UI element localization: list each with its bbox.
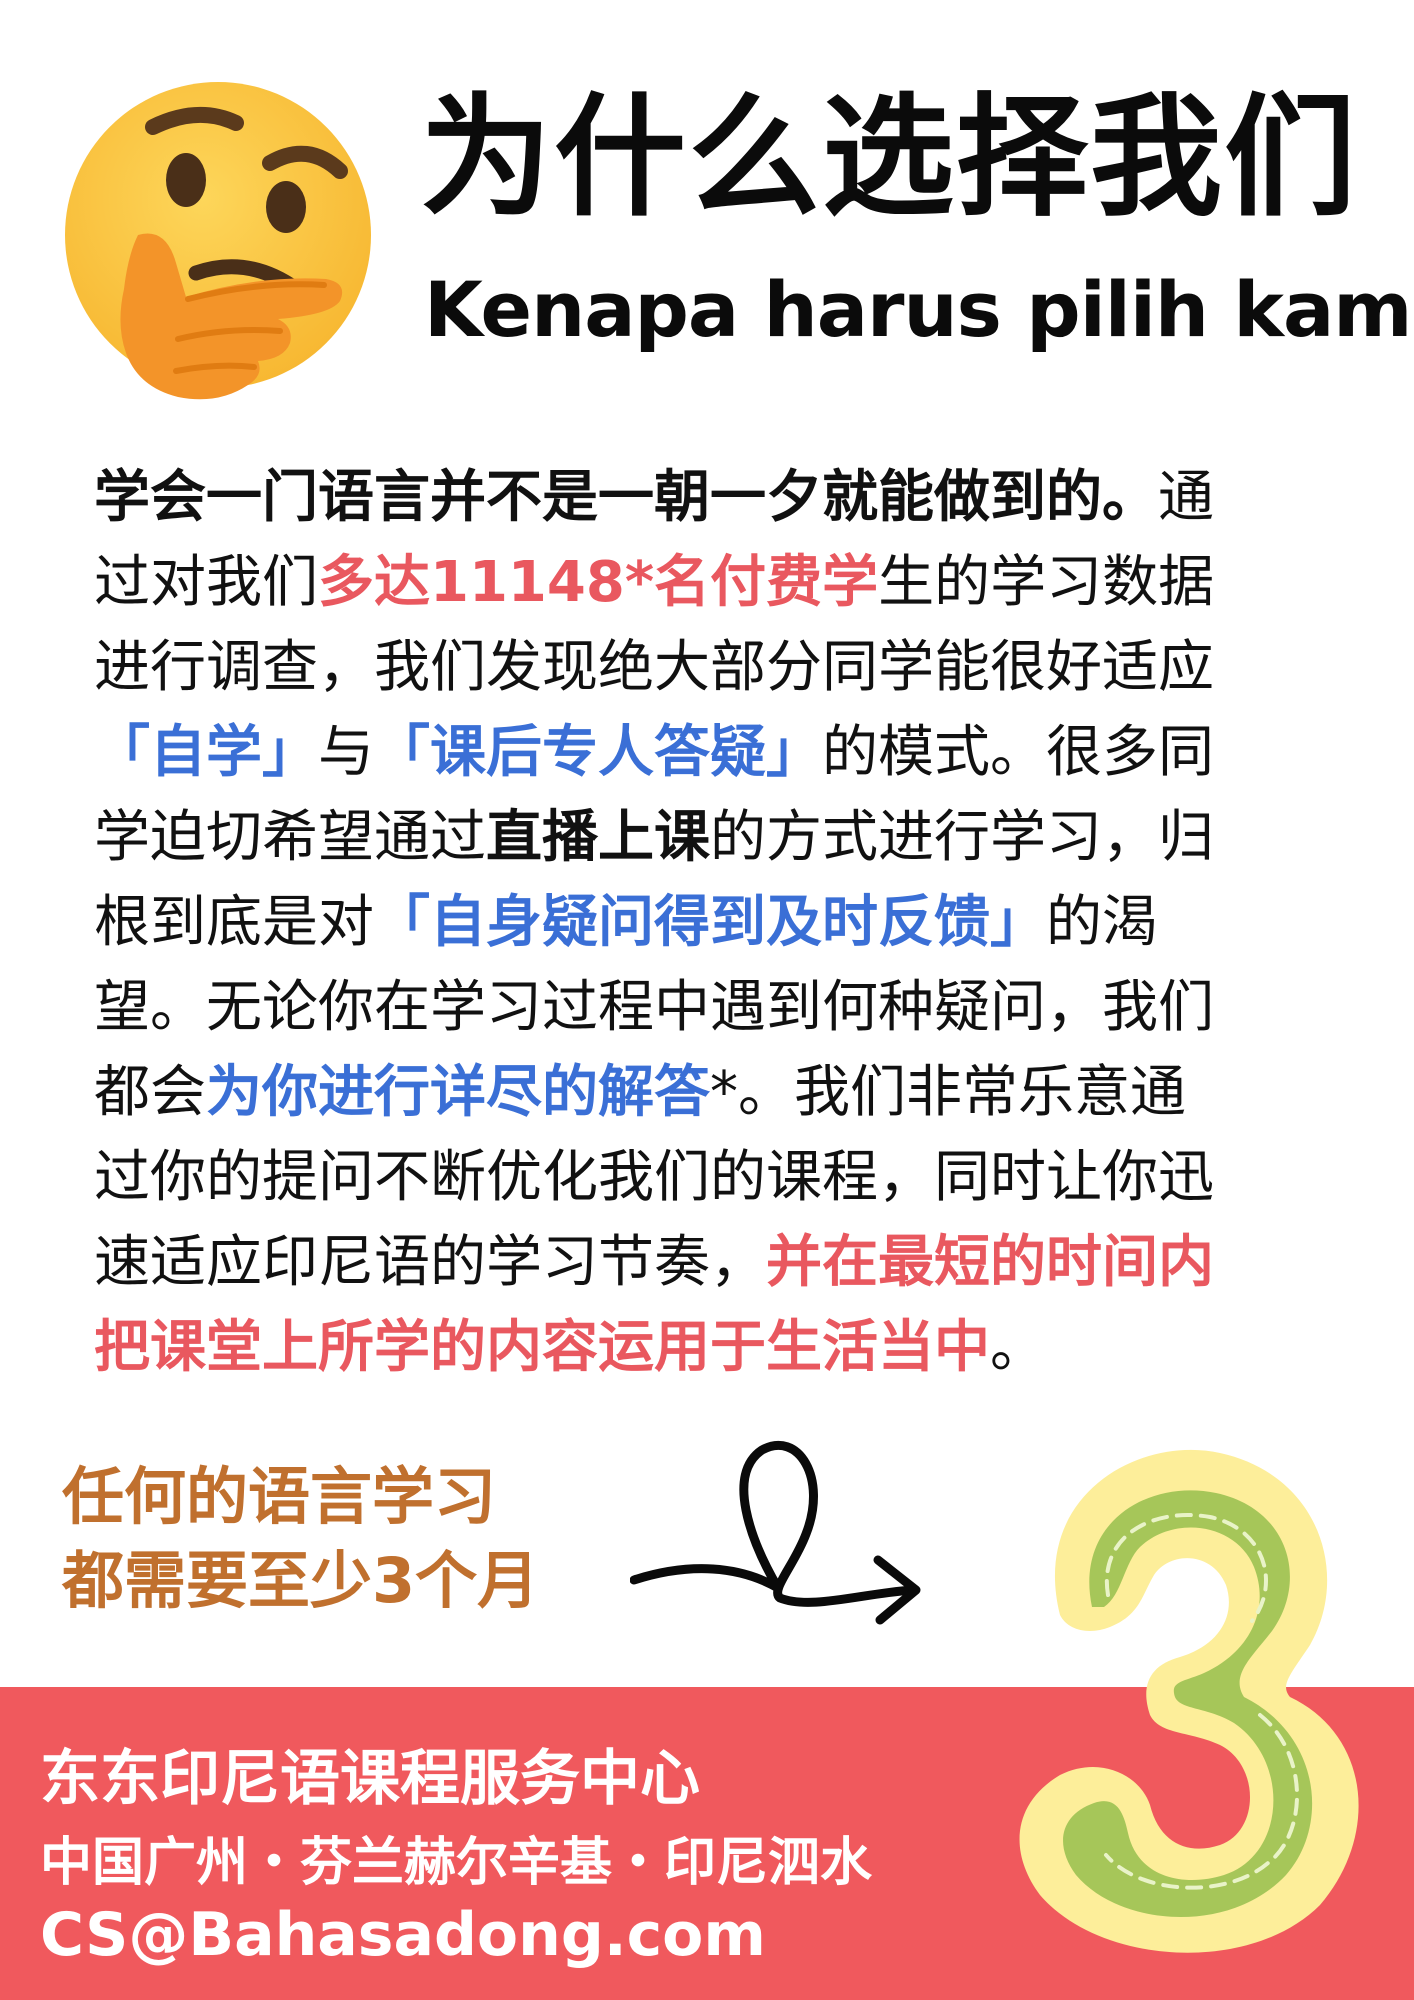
body-line: 都会为你进行详尽的解答*。我们非常乐意通 [94, 1050, 1344, 1135]
body-line: 根到底是对「自身疑问得到及时反馈」的渴 [94, 880, 1344, 965]
felt-number-3-icon [1019, 1449, 1359, 1953]
body-line: 学会一门语言并不是一朝一夕就能做到的。通 [94, 455, 1344, 540]
body-paragraph: 学会一门语言并不是一朝一夕就能做到的。通 过对我们多达11148*名付费学生的学… [94, 455, 1344, 1390]
body-text-segment: 望。无论你在学习过程中遇到何种疑问，我们 [94, 975, 1214, 1040]
note-line-2: 都需要至少3个月 [62, 1544, 540, 1617]
body-text-segment: 与 [318, 720, 374, 785]
body-text-segment: 都会 [94, 1060, 206, 1125]
highlight-detailed-answers: 为你进行详尽的解答 [206, 1060, 710, 1125]
thinking-face-icon [65, 82, 371, 400]
body-text-segment: *。我们非常乐意通 [710, 1060, 1186, 1125]
body-line: 「自学」与「课后专人答疑」的模式。很多同 [94, 710, 1344, 795]
body-text-segment: 速适应印尼语的学习节奏， [94, 1230, 766, 1295]
body-text-segment: 的方式进行学习，归 [710, 805, 1214, 870]
page-subtitle: Kenapa harus pilih kami [424, 265, 1414, 354]
body-line: 速适应印尼语的学习节奏，并在最短的时间内 [94, 1220, 1344, 1305]
highlight-after-class-qa: 「课后专人答疑」 [374, 720, 822, 785]
highlight-live-class: 直播上课 [486, 805, 710, 870]
footer-email-link[interactable]: CS@Bahasadong.com [40, 1900, 766, 1970]
body-line: 学迫切希望通过直播上课的方式进行学习，归 [94, 795, 1344, 880]
body-text-segment: 学迫切希望通过 [94, 805, 486, 870]
body-text-segment: 通 [1158, 465, 1214, 530]
body-text-segment: 。 [990, 1315, 1046, 1380]
note-line-1: 任何的语言学习 [62, 1460, 497, 1533]
page-title: 为什么选择我们 [420, 81, 1358, 235]
body-text-segment: 生的学习数据 [878, 550, 1215, 615]
body-text-segment: 过你的提问不断优化我们的课程，同时让你迅 [94, 1145, 1214, 1210]
body-line: 进行调查，我们发现绝大部分同学能很好适应 [94, 625, 1344, 710]
body-line: 过对我们多达11148*名付费学生的学习数据 [94, 540, 1344, 625]
looped-arrow-icon [630, 1440, 921, 1625]
body-text-segment: 根到底是对 [94, 890, 374, 955]
highlight-shortest-time: 并在最短的时间内 [766, 1230, 1214, 1295]
body-text-segment: 的渴 [1046, 890, 1158, 955]
highlight-student-count: 多达11148*名付费学 [318, 550, 879, 615]
body-text-segment: 的模式。很多同 [822, 720, 1214, 785]
body-lead-sentence: 学会一门语言并不是一朝一夕就能做到的。 [94, 465, 1158, 530]
body-line: 过你的提问不断优化我们的课程，同时让你迅 [94, 1135, 1344, 1220]
body-line: 把课堂上所学的内容运用于生活当中。 [94, 1305, 1344, 1390]
highlight-self-study: 「自学」 [94, 720, 318, 785]
body-text-segment: 进行调查，我们发现绝大部分同学能很好适应 [94, 635, 1214, 700]
footer-locations: 中国广州・芬兰赫尔辛基・印尼泗水 [40, 1833, 873, 1893]
three-month-note: 任何的语言学习 都需要至少3个月 [62, 1455, 539, 1623]
highlight-timely-feedback: 「自身疑问得到及时反馈」 [374, 890, 1046, 955]
highlight-apply-to-life: 把课堂上所学的内容运用于生活当中 [94, 1315, 990, 1380]
body-line: 望。无论你在学习过程中遇到何种疑问，我们 [94, 965, 1344, 1050]
body-text-segment: 过对我们 [94, 550, 318, 615]
footer-organization: 东东印尼语课程服务中心 [40, 1744, 700, 1814]
